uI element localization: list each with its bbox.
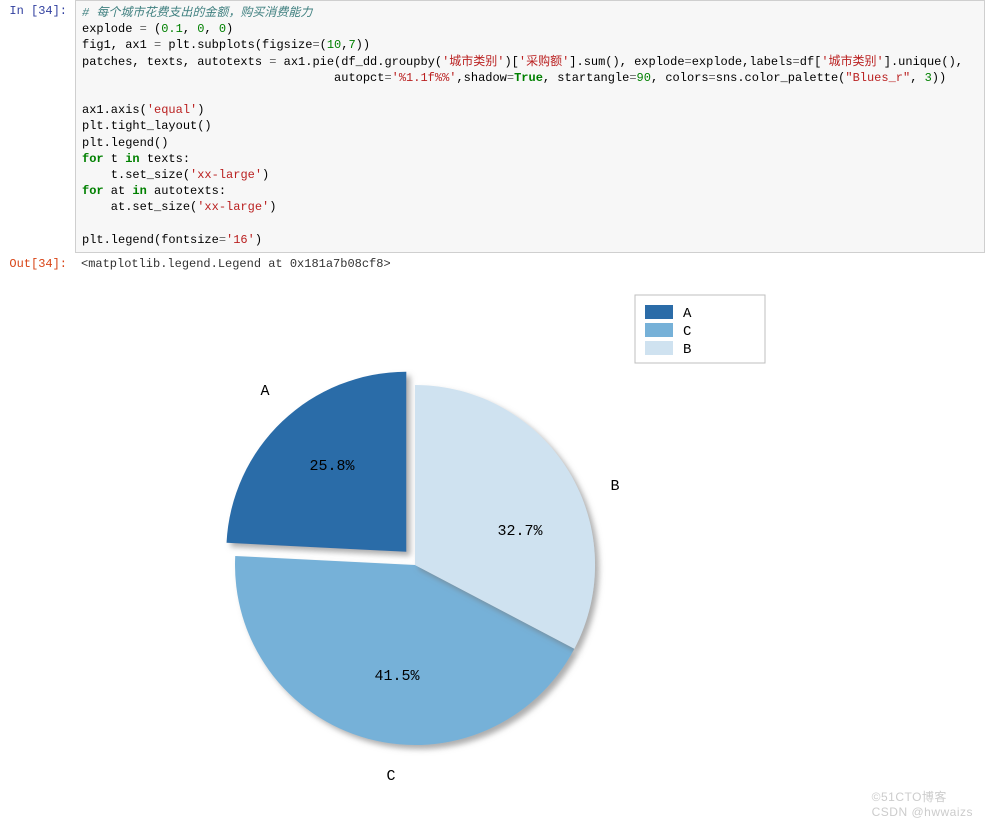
label-b: B [610,478,619,495]
in-prompt: In [34]: [0,0,75,253]
legend-label-c: C [683,324,691,340]
output-text: <matplotlib.legend.Legend at 0x181a7b08c… [75,253,985,275]
legend-label-b: B [683,342,691,358]
output-cell: Out[34]: <matplotlib.legend.Legend at 0x… [0,253,985,275]
legend-label-a: A [683,306,692,322]
code-editor[interactable]: # 每个城市花费支出的金额，购买消费能力 explode = (0.1, 0, … [75,0,985,253]
chart-legend: A C B [635,295,765,363]
input-cell: In [34]: # 每个城市花费支出的金额，购买消费能力 explode = … [0,0,985,253]
out-prompt: Out[34]: [0,253,75,275]
pct-c: 41.5% [374,668,420,685]
pie-chart: 25.8% 41.5% 32.7% A C B A C B [75,285,795,805]
legend-swatch-b [645,341,673,355]
pct-a: 25.8% [309,458,355,475]
pct-b: 32.7% [497,523,543,540]
code-comment: # 每个城市花费支出的金额，购买消费能力 [82,6,312,20]
legend-swatch-a [645,305,673,319]
legend-swatch-c [645,323,673,337]
label-a: A [260,383,269,400]
chart-output: 25.8% 41.5% 32.7% A C B A C B [75,275,985,825]
label-c: C [386,768,395,785]
